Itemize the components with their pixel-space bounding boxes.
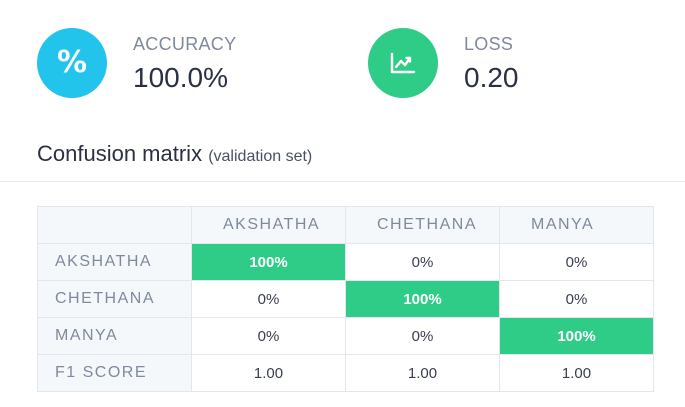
loss-value: 0.20 — [464, 62, 519, 93]
matrix-cell: 100% — [191, 243, 346, 281]
row-header: CHETHANA — [37, 280, 192, 318]
row-header: AKSHATHA — [37, 243, 192, 281]
corner-cell — [37, 206, 192, 244]
f1-cell: 1.00 — [499, 354, 654, 392]
f1-cell: 1.00 — [345, 354, 500, 392]
confusion-matrix-table: AKSHATHA CHETHANA MANYA AKSHATHA 100% 0%… — [37, 206, 654, 392]
matrix-cell: 0% — [191, 317, 346, 355]
loss-label: LOSS — [464, 34, 514, 54]
loss-text: LOSS 0.20 — [464, 33, 519, 93]
table-row: CHETHANA 0% 100% 0% — [37, 280, 654, 318]
accuracy-metric: % ACCURACY 100.0% — [37, 28, 236, 98]
confusion-matrix-title: Confusion matrix (validation set) — [37, 140, 312, 171]
row-header: F1 SCORE — [37, 354, 192, 392]
column-header: AKSHATHA — [191, 206, 346, 244]
confusion-title-text: Confusion matrix — [37, 141, 203, 166]
matrix-cell: 100% — [499, 317, 654, 355]
table-row: AKSHATHA 100% 0% 0% — [37, 243, 654, 281]
metrics-panel: % ACCURACY 100.0% LOSS 0.20 — [0, 0, 685, 130]
loss-metric: LOSS 0.20 — [368, 28, 519, 98]
matrix-cell: 100% — [345, 280, 500, 318]
matrix-cell: 0% — [499, 243, 654, 281]
matrix-cell: 0% — [345, 317, 500, 355]
header-row: AKSHATHA CHETHANA MANYA — [37, 206, 654, 244]
column-header: MANYA — [499, 206, 654, 244]
column-header: CHETHANA — [345, 206, 500, 244]
matrix-cell: 0% — [345, 243, 500, 281]
divider — [0, 181, 685, 182]
accuracy-value: 100.0% — [133, 62, 228, 93]
matrix-cell: 0% — [191, 280, 346, 318]
f1-cell: 1.00 — [191, 354, 346, 392]
percent-icon: % — [37, 28, 107, 98]
table-row: MANYA 0% 0% 100% — [37, 317, 654, 355]
f1-row: F1 SCORE 1.00 1.00 1.00 — [37, 354, 654, 392]
accuracy-label: ACCURACY — [133, 34, 237, 54]
confusion-subtitle: (validation set) — [208, 148, 313, 165]
row-header: MANYA — [37, 317, 192, 355]
accuracy-text: ACCURACY 100.0% — [133, 33, 236, 93]
line-chart-icon — [368, 28, 438, 98]
matrix-cell: 0% — [499, 280, 654, 318]
